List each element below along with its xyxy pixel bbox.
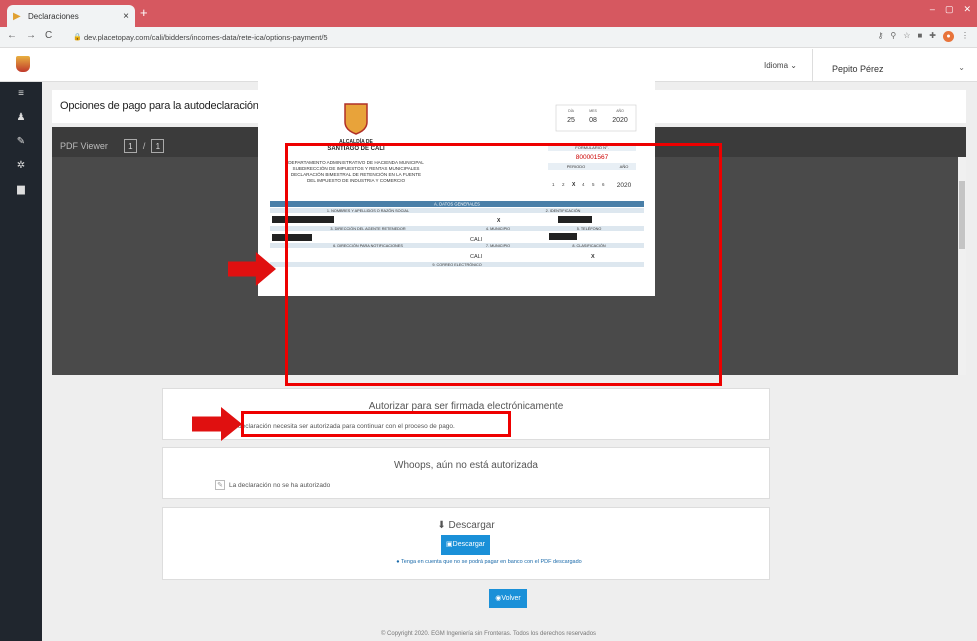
date-year: 2020 — [612, 117, 628, 124]
scrollbar-thumb[interactable] — [959, 181, 965, 249]
language-dropdown[interactable]: Idioma ⌄ — [764, 61, 797, 70]
favicon-icon: ▶ — [13, 10, 21, 22]
puzzle-icon[interactable]: ✚ — [929, 31, 936, 42]
menu-icon[interactable]: ⋮ — [961, 31, 969, 42]
download-note: ● Tenga en cuenta que no se podrá pagar … — [369, 559, 609, 565]
minimize-button[interactable]: – — [930, 4, 935, 15]
status-row: ✎ La declaración no se ha autorizado — [215, 480, 330, 490]
new-tab-button[interactable]: + — [140, 6, 148, 19]
back-button[interactable]: ◉Volver — [489, 589, 527, 608]
language-label: Idioma — [764, 61, 789, 70]
pdf-page-separator: / — [142, 140, 146, 151]
download-icon: ⬇ — [437, 520, 449, 531]
date-label-month: MES — [589, 109, 597, 113]
url-input[interactable]: 🔒 dev.placetopay.com/cali/bidders/income… — [70, 30, 808, 45]
key-icon[interactable]: ⚷ — [878, 31, 884, 42]
download-title-text: Descargar — [448, 520, 495, 531]
footer-copyright: © Copyright 2020. EGM Ingeniería sin Fro… — [380, 631, 597, 637]
edit-icon: ✎ — [215, 480, 225, 490]
profile-avatar-icon[interactable]: ● — [943, 31, 954, 42]
window-controls: – ▢ ✕ — [930, 4, 971, 15]
download-note-text: Tenga en cuenta que no se podrá pagar en… — [401, 559, 582, 565]
lock-icon: 🔒 — [73, 34, 82, 41]
download-button-label: Descargar — [452, 541, 485, 548]
url-text: dev.placetopay.com/cali/bidders/incomes-… — [84, 33, 328, 42]
status-message: La declaración no se ha autorizado — [229, 481, 331, 489]
back-arrow-icon[interactable]: ← — [7, 30, 17, 41]
chevron-down-icon: ⌄ — [958, 63, 965, 72]
zoom-icon[interactable]: ⚲ — [890, 31, 896, 42]
date-label-day: DÍA — [568, 109, 575, 113]
user-name: Pepito Pérez — [832, 64, 884, 74]
file-icon: ▣ — [446, 541, 453, 548]
tab-title: Declaraciones — [28, 11, 79, 21]
forward-arrow-icon[interactable]: → — [26, 30, 36, 41]
star-icon[interactable]: ☆ — [903, 31, 910, 42]
extension-icon[interactable]: ■ — [917, 31, 922, 42]
download-button[interactable]: ▣Descargar — [441, 535, 490, 555]
gear-icon[interactable]: ✲ — [0, 154, 42, 178]
date-day: 25 — [567, 117, 575, 124]
maximize-button[interactable]: ▢ — [945, 4, 954, 15]
cali-logo-icon[interactable] — [16, 56, 30, 72]
cali-coat-of-arms-icon — [344, 103, 368, 135]
download-title: ⬇ Descargar — [163, 520, 769, 531]
chevron-down-icon: ⌄ — [790, 61, 797, 70]
reload-icon[interactable]: C — [45, 30, 52, 41]
authorize-highlight-box — [241, 411, 511, 437]
browser-tab[interactable]: ▶ Declaraciones × — [7, 5, 135, 27]
pdf-page-input[interactable]: 1 — [123, 138, 137, 153]
back-button-label: Volver — [501, 595, 521, 602]
browser-tab-bar: ▶ Declaraciones × + – ▢ ✕ — [0, 0, 977, 27]
close-window-button[interactable]: ✕ — [963, 4, 971, 15]
user-menu[interactable]: Pepito Pérez ⌄ — [812, 49, 977, 82]
pdf-highlight-box — [285, 143, 722, 386]
pdf-scrollbar[interactable] — [958, 157, 966, 375]
status-title: Whoops, aún no está autorizada — [394, 460, 538, 471]
authorization-status-card: Whoops, aún no está autorizada ✎ La decl… — [162, 447, 770, 499]
close-tab-icon[interactable]: × — [123, 11, 129, 22]
date-label-year: AÑO — [616, 108, 624, 113]
pdf-viewer-label: PDF Viewer — [60, 140, 108, 151]
extensions-area: ⚷ ⚲ ☆ ■ ✚ ● ⋮ — [878, 31, 969, 42]
sidebar: ≡ ♟ ✎ ✲ ▆ — [0, 82, 42, 641]
pencil-icon[interactable]: ✎ — [0, 130, 42, 154]
address-bar-row: ← → C 🔒 dev.placetopay.com/cali/bidders/… — [0, 27, 977, 48]
pdf-page-total: 1 — [151, 138, 165, 153]
user-icon[interactable]: ♟ — [0, 106, 42, 130]
menu-icon[interactable]: ≡ — [0, 82, 42, 106]
date-month: 08 — [589, 117, 597, 124]
building-icon[interactable]: ▆ — [0, 178, 42, 202]
